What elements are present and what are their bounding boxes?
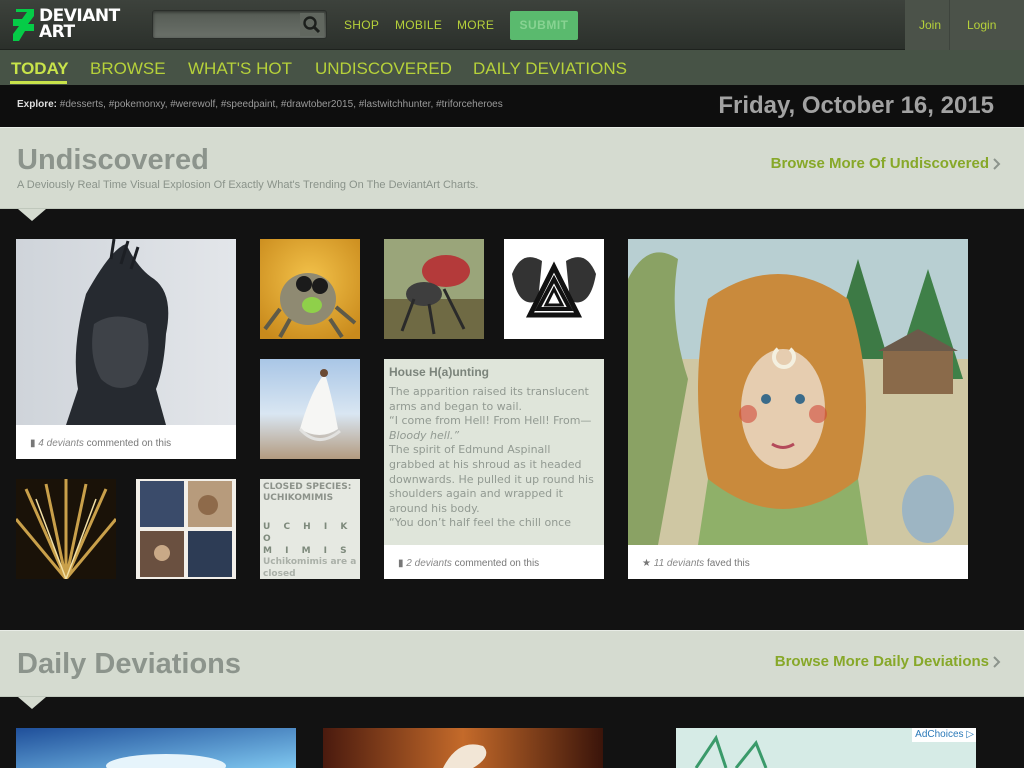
explore-tag[interactable]: #lastwitchhunter bbox=[359, 99, 431, 110]
explore-tag[interactable]: #triforceheroes bbox=[436, 99, 503, 110]
logo-wordmark: DEVIANT ART bbox=[39, 8, 120, 42]
deviation-thumbnail[interactable] bbox=[384, 239, 484, 339]
closed-species-card[interactable]: CLOSED SPECIES: UCHIKOMIMIS U C H I K O … bbox=[260, 479, 360, 579]
browse-more-daily-link[interactable]: Browse More Daily Deviations bbox=[775, 653, 989, 670]
section-title: Daily Deviations bbox=[17, 648, 242, 680]
closed-species-heading: U C H I K O M I M I S bbox=[263, 521, 360, 557]
chevron-right-icon[interactable] bbox=[992, 656, 1001, 668]
card-stats: ★ 11 deviants faved this bbox=[628, 545, 968, 579]
explore-label: Explore: bbox=[17, 99, 58, 110]
deviation-card[interactable]: ▮ 4 deviants commented on this bbox=[16, 239, 236, 459]
excerpt-paragraph: “You don’t half feel the chill once bbox=[389, 516, 571, 530]
section-title: Undiscovered bbox=[17, 144, 209, 176]
section-notch bbox=[18, 209, 46, 221]
chevron-right-icon[interactable] bbox=[992, 158, 1001, 170]
explore-bar: Explore: #desserts, #pokemonxy, #werewol… bbox=[0, 85, 1024, 127]
excerpt-paragraph: “I come from Hell! From Hell! From— Bloo… bbox=[389, 414, 594, 443]
jumping-spider-image bbox=[260, 239, 360, 339]
stat-text: commented on this bbox=[86, 438, 172, 449]
adchoices-icon: ▷ bbox=[966, 729, 974, 740]
join-link[interactable]: Join bbox=[919, 18, 941, 32]
nav-more-link[interactable]: MORE bbox=[457, 18, 494, 32]
nav-mobile-link[interactable]: MOBILE bbox=[395, 18, 442, 32]
closed-species-excerpt: Uchikomimis are a closed bbox=[263, 557, 357, 579]
woman-beach-image bbox=[260, 359, 360, 459]
heading-line: U C H I K O bbox=[263, 522, 353, 544]
section-subtitle: A Deviously Real Time Visual Explosion O… bbox=[17, 179, 479, 191]
deviant-count[interactable]: 11 deviants bbox=[654, 558, 704, 569]
deviation-thumbnail bbox=[628, 239, 968, 546]
adchoices-text: AdChoices bbox=[915, 729, 964, 740]
tab-undiscovered[interactable]: UNDISCOVERED bbox=[315, 59, 452, 79]
browse-more-undiscovered-link[interactable]: Browse More Of Undiscovered bbox=[771, 155, 989, 172]
tab-today[interactable]: TODAY bbox=[11, 59, 69, 79]
deviantart-logo-icon bbox=[13, 9, 34, 41]
deviation-thumbnail[interactable] bbox=[16, 728, 296, 768]
search-icon[interactable] bbox=[300, 13, 324, 36]
explore-tag[interactable]: #pokemonxy bbox=[109, 99, 165, 110]
card-stats: ▮ 4 deviants commented on this bbox=[16, 425, 236, 459]
tab-whats-hot[interactable]: WHAT'S HOT bbox=[188, 59, 292, 79]
excerpt-paragraph: The apparition raised its translucent ar… bbox=[389, 385, 589, 413]
star-icon: ★ bbox=[642, 558, 651, 569]
advertisement[interactable]: AdChoices ▷ bbox=[676, 728, 976, 768]
daily-deviation-image bbox=[323, 728, 603, 768]
deviant-count[interactable]: 2 deviants bbox=[406, 558, 452, 569]
stat-text: commented on this bbox=[454, 558, 540, 569]
comment-icon: ▮ bbox=[30, 438, 36, 449]
account-box: Join Login bbox=[905, 0, 1024, 50]
valknut-wolves-image bbox=[504, 239, 604, 339]
current-date: Friday, October 16, 2015 bbox=[718, 92, 994, 119]
explore-tag[interactable]: #werewolf bbox=[170, 99, 215, 110]
login-link[interactable]: Login bbox=[967, 18, 996, 32]
submit-button[interactable]: SUBMIT bbox=[510, 11, 578, 40]
explore-tag[interactable]: #speedpaint bbox=[221, 99, 276, 110]
deviation-thumbnail[interactable] bbox=[504, 239, 604, 339]
deviation-thumbnail bbox=[16, 239, 236, 425]
search-input[interactable] bbox=[152, 10, 327, 39]
explore-tag[interactable]: #desserts bbox=[60, 99, 103, 110]
deviation-thumbnail[interactable] bbox=[16, 479, 116, 579]
deviation-card[interactable]: ★ 11 deviants faved this bbox=[628, 239, 968, 579]
excerpt-emphasis: Bloody hell.” bbox=[389, 428, 460, 442]
section-notch bbox=[18, 697, 46, 709]
literature-title[interactable]: House H(a)unting bbox=[389, 365, 489, 379]
excerpt-paragraph: The spirit of Edmund Aspinall grabbed at… bbox=[389, 443, 594, 515]
deviantart-logo[interactable]: DEVIANT ART bbox=[13, 8, 129, 42]
deviation-thumbnail[interactable] bbox=[260, 239, 360, 339]
section-nav: TODAY BROWSE WHAT'S HOT UNDISCOVERED DAI… bbox=[0, 50, 1024, 85]
excerpt-text: “I come from Hell! From Hell! From— bbox=[389, 414, 592, 428]
fractal-art-image bbox=[16, 479, 116, 579]
nav-shop-link[interactable]: SHOP bbox=[344, 18, 379, 32]
top-header: DEVIANT ART SHOP MOBILE MORE SUBMIT Join… bbox=[0, 0, 1024, 50]
deviation-thumbnail[interactable] bbox=[260, 359, 360, 459]
daily-deviation-image bbox=[16, 728, 296, 768]
daily-deviations-header: Daily Deviations Browse More Daily Devia… bbox=[0, 630, 1024, 697]
account-divider bbox=[949, 0, 950, 50]
literature-card[interactable]: House H(a)unting The apparition raised i… bbox=[384, 359, 604, 579]
tab-browse[interactable]: BROWSE bbox=[90, 59, 166, 79]
literature-excerpt: The apparition raised its translucent ar… bbox=[389, 385, 594, 531]
card-stats: ▮ 2 deviants commented on this bbox=[384, 545, 604, 579]
explore-tag[interactable]: #drawtober2015 bbox=[281, 99, 353, 110]
adchoices-label[interactable]: AdChoices ▷ bbox=[912, 728, 976, 742]
stat-text: faved this bbox=[706, 558, 750, 569]
photo-collage-image bbox=[136, 479, 236, 579]
tab-daily-deviations[interactable]: DAILY DEVIATIONS bbox=[473, 59, 627, 79]
explore-tags: Explore: #desserts, #pokemonxy, #werewol… bbox=[17, 99, 503, 110]
deviation-thumbnail[interactable] bbox=[136, 479, 236, 579]
logo-line-2: ART bbox=[39, 22, 75, 42]
undiscovered-header: Undiscovered A Deviously Real Time Visua… bbox=[0, 127, 1024, 209]
deviant-count[interactable]: 4 deviants bbox=[38, 438, 84, 449]
deviation-thumbnail[interactable] bbox=[323, 728, 603, 768]
active-tab-indicator bbox=[10, 81, 67, 84]
insect-robot-image bbox=[384, 239, 484, 339]
comment-icon: ▮ bbox=[398, 558, 404, 569]
closed-species-title: CLOSED SPECIES: UCHIKOMIMIS bbox=[263, 482, 352, 503]
